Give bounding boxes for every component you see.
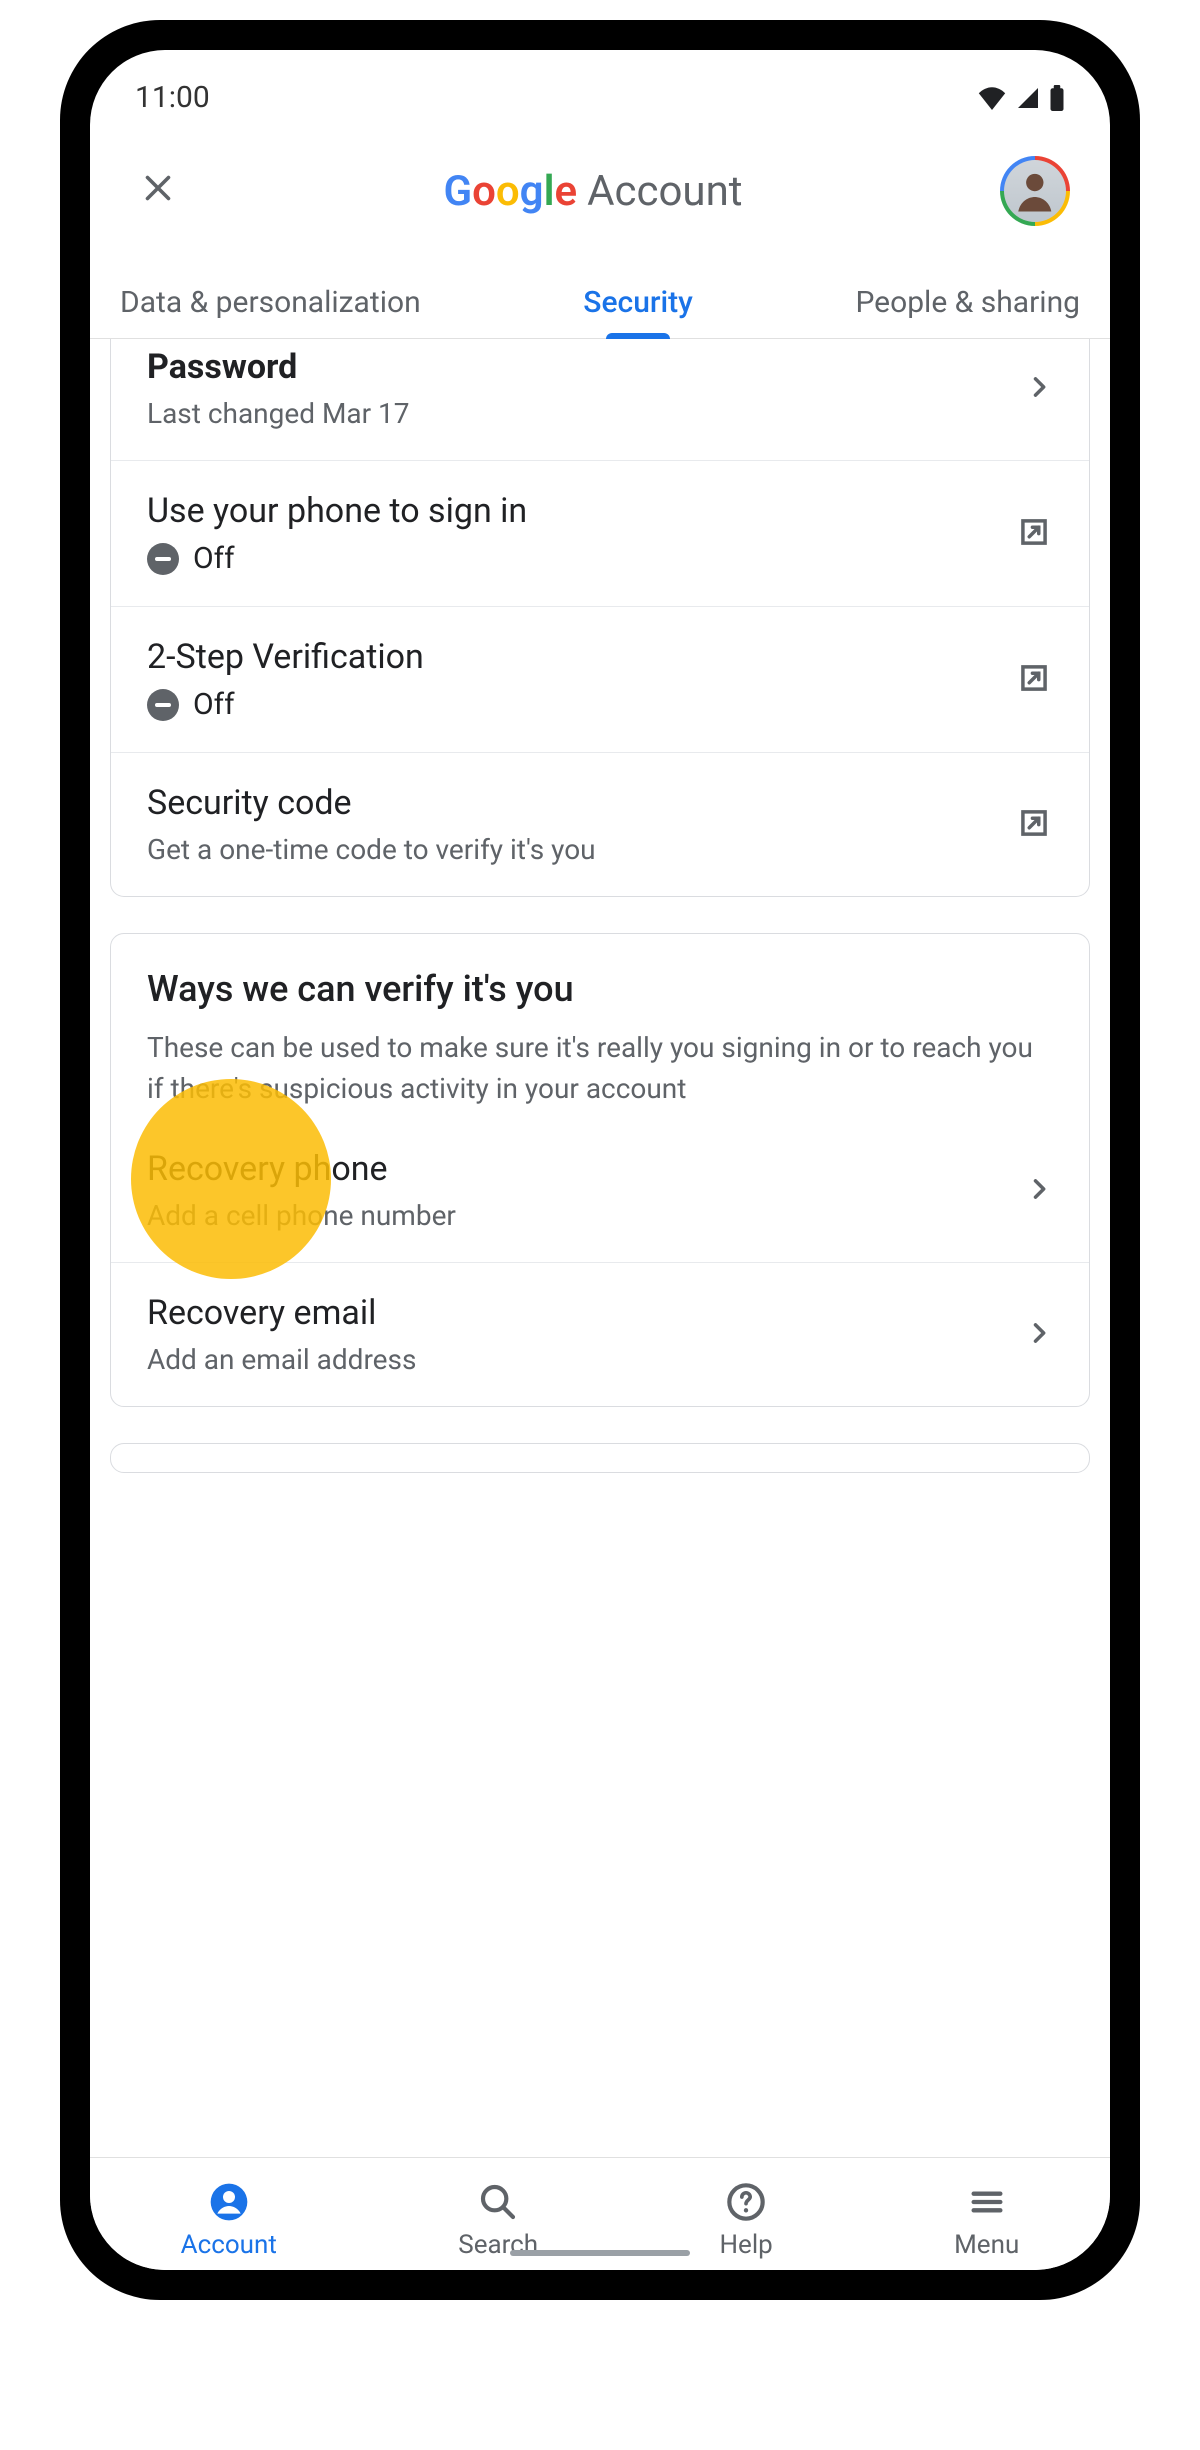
security-code-title: Security code bbox=[147, 783, 995, 823]
help-icon bbox=[726, 2182, 766, 2222]
nav-account[interactable]: Account bbox=[181, 2182, 277, 2260]
minus-circle-icon bbox=[147, 689, 179, 721]
account-icon bbox=[209, 2182, 249, 2222]
app-header: Google Account bbox=[90, 125, 1110, 267]
recovery-phone-sub: Add a cell phone number bbox=[147, 1199, 1005, 1232]
title-account-word: Account bbox=[587, 167, 742, 216]
tabs: Data & personalization Security People &… bbox=[90, 267, 1110, 339]
open-external-icon bbox=[1015, 659, 1053, 701]
nav-search[interactable]: Search bbox=[458, 2182, 538, 2260]
open-external-icon bbox=[1015, 804, 1053, 846]
device-frame: 11:00 Google Account Data bbox=[60, 20, 1140, 2300]
nav-help-label: Help bbox=[719, 2230, 772, 2260]
status-bar: 11:00 bbox=[90, 50, 1110, 125]
password-sub: Last changed Mar 17 bbox=[147, 397, 1005, 430]
row-password[interactable]: Password Last changed Mar 17 bbox=[111, 339, 1089, 461]
verify-section-title: Ways we can verify it's you bbox=[147, 968, 1053, 1010]
row-recovery-email[interactable]: Recovery email Add an email address bbox=[111, 1263, 1089, 1406]
tab-people-sharing[interactable]: People & sharing bbox=[845, 267, 1090, 338]
row-two-step[interactable]: 2-Step Verification Off bbox=[111, 607, 1089, 753]
signin-card: Password Last changed Mar 17 Use your ph… bbox=[110, 339, 1090, 897]
search-icon bbox=[478, 2182, 518, 2222]
row-phone-signin[interactable]: Use your phone to sign in Off bbox=[111, 461, 1089, 607]
tab-data-personalization[interactable]: Data & personalization bbox=[110, 267, 431, 338]
chevron-right-icon bbox=[1025, 1175, 1053, 1207]
nav-help[interactable]: Help bbox=[719, 2182, 772, 2260]
clock: 11:00 bbox=[135, 80, 210, 115]
phone-signin-title: Use your phone to sign in bbox=[147, 491, 995, 531]
recovery-phone-title: Recovery phone bbox=[147, 1149, 1005, 1189]
page-title: Google Account bbox=[443, 167, 742, 216]
recovery-email-sub: Add an email address bbox=[147, 1343, 1005, 1376]
recovery-email-title: Recovery email bbox=[147, 1293, 1005, 1333]
content-scroll[interactable]: Password Last changed Mar 17 Use your ph… bbox=[90, 339, 1110, 2157]
cell-signal-icon bbox=[1015, 86, 1041, 110]
status-icons bbox=[977, 85, 1065, 111]
open-external-icon bbox=[1015, 513, 1053, 555]
phone-signin-status: Off bbox=[193, 541, 235, 576]
tab-security[interactable]: Security bbox=[573, 267, 703, 338]
verify-card: Ways we can verify it's you These can be… bbox=[110, 933, 1090, 1407]
row-recovery-phone[interactable]: Recovery phone Add a cell phone number bbox=[111, 1119, 1089, 1263]
two-step-status: Off bbox=[193, 687, 235, 722]
menu-icon bbox=[967, 2182, 1007, 2222]
verify-section-desc: These can be used to make sure it's real… bbox=[147, 1028, 1053, 1109]
screen: 11:00 Google Account Data bbox=[90, 50, 1110, 2270]
nav-menu-label: Menu bbox=[954, 2230, 1019, 2260]
battery-icon bbox=[1049, 85, 1065, 111]
row-security-code[interactable]: Security code Get a one-time code to ver… bbox=[111, 753, 1089, 896]
nav-menu[interactable]: Menu bbox=[954, 2182, 1019, 2260]
password-title: Password bbox=[147, 347, 1005, 387]
nav-account-label: Account bbox=[181, 2230, 277, 2260]
chevron-right-icon bbox=[1025, 1319, 1053, 1351]
minus-circle-icon bbox=[147, 543, 179, 575]
close-icon[interactable] bbox=[130, 155, 186, 227]
security-code-sub: Get a one-time code to verify it's you bbox=[147, 833, 995, 866]
home-indicator[interactable] bbox=[510, 2250, 690, 2256]
wifi-icon bbox=[977, 86, 1007, 110]
two-step-title: 2-Step Verification bbox=[147, 637, 995, 677]
chevron-right-icon bbox=[1025, 373, 1053, 405]
avatar[interactable] bbox=[1000, 156, 1070, 226]
google-logo: Google bbox=[443, 167, 577, 216]
next-card-peek bbox=[110, 1443, 1090, 1473]
